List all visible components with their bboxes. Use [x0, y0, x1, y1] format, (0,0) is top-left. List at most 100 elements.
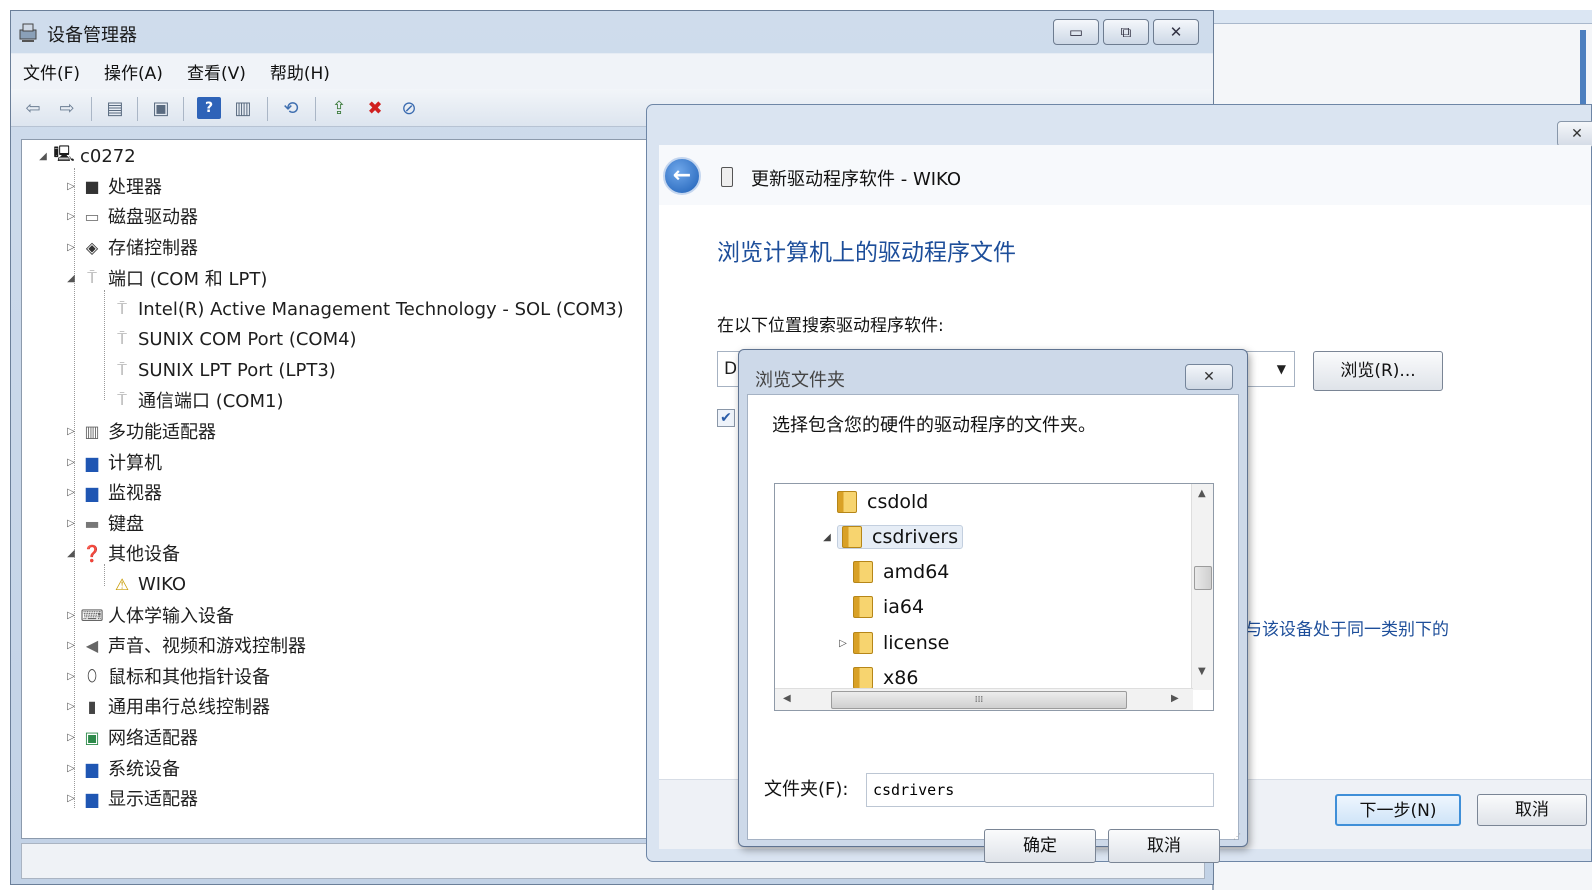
scan-hardware-icon[interactable]: ⟲ — [279, 97, 303, 119]
menu-file[interactable]: 文件(F) — [23, 59, 80, 84]
tree-item-label: 通信端口 (COM1) — [138, 391, 284, 412]
selected-folder-highlight: csdrivers — [837, 525, 964, 549]
folder-item-license[interactable]: ▷ license — [835, 627, 949, 659]
browse-dialog-body: 选择包含您的硬件的驱动程序的文件夹。 csdold ◢ csdrivers am… — [747, 394, 1239, 863]
expand-arrow-icon[interactable]: ▷ — [64, 671, 78, 682]
scroll-up-arrow-icon[interactable]: ▲ — [1198, 488, 1206, 499]
tree-item-port-child[interactable]: ⍑ Intel(R) Active Management Technology … — [108, 295, 624, 323]
include-subfolders-checkbox[interactable]: ✔ — [717, 409, 735, 427]
expand-arrow-icon[interactable]: ▷ — [64, 763, 78, 774]
folder-label: amd64 — [883, 561, 950, 583]
expand-arrow-icon[interactable]: ▷ — [64, 640, 78, 651]
back-arrow-icon[interactable]: ← — [663, 157, 701, 195]
expand-arrow-icon[interactable]: ▷ — [64, 610, 78, 621]
expand-arrow-icon[interactable]: ▷ — [64, 426, 78, 437]
expand-arrow-icon[interactable]: ▷ — [64, 211, 78, 222]
resize-grip-icon[interactable]: ⋰ — [1233, 832, 1243, 842]
close-button[interactable]: ✕ — [1153, 19, 1199, 45]
ok-button[interactable]: 确定 — [984, 829, 1096, 863]
expand-arrow-icon[interactable]: ▷ — [64, 793, 78, 804]
vertical-scroll-thumb[interactable] — [1194, 566, 1212, 590]
scroll-right-arrow-icon[interactable]: ▶ — [1171, 693, 1179, 704]
help-icon[interactable]: ? — [197, 97, 221, 119]
horizontal-scroll-thumb[interactable]: ⁞⁞⁞ — [831, 691, 1127, 709]
vertical-scrollbar[interactable]: ▲ ▼ — [1191, 484, 1213, 690]
usb-icon: ▮ — [87, 696, 97, 716]
browse-dialog-close-button[interactable]: ✕ — [1185, 364, 1233, 390]
action-pane-icon[interactable]: ▥ — [231, 97, 255, 119]
scroll-down-arrow-icon[interactable]: ▼ — [1198, 666, 1206, 677]
folder-field-label: 文件夹(F): — [764, 779, 849, 800]
tree-item-label: 键盘 — [108, 514, 144, 535]
tree-item-network[interactable]: ▷ ▣ 网络适配器 — [64, 723, 198, 751]
collapse-arrow-icon[interactable]: ◢ — [64, 548, 78, 559]
show-hide-console-tree-icon[interactable]: ▤ — [103, 97, 127, 119]
tree-connector — [104, 290, 105, 400]
collapse-arrow-icon[interactable]: ◢ — [36, 151, 50, 162]
tree-item-wiko[interactable]: ⚠ WIKO — [108, 570, 186, 598]
expand-arrow-icon[interactable]: ▷ — [64, 487, 78, 498]
expand-arrow-icon[interactable]: ▷ — [835, 638, 851, 649]
browse-cancel-button[interactable]: 取消 — [1108, 829, 1220, 863]
other-devices-icon: ❓ — [82, 543, 102, 563]
folder-item-csdold[interactable]: csdold — [819, 486, 928, 518]
tree-item-mice[interactable]: ▷ ⬯ 鼠标和其他指针设备 — [64, 662, 270, 690]
tree-item-other-devices[interactable]: ◢ ❓ 其他设备 — [64, 539, 180, 567]
browse-button[interactable]: 浏览(R)... — [1313, 351, 1443, 391]
next-button[interactable]: 下一步(N) — [1335, 794, 1461, 826]
tree-item-keyboards[interactable]: ▷ ▬ 键盘 — [64, 509, 144, 537]
tree-item-port-child[interactable]: ⍑ SUNIX COM Port (COM4) — [108, 325, 356, 353]
collapse-arrow-icon[interactable]: ◢ — [64, 273, 78, 284]
expand-arrow-icon[interactable]: ▷ — [64, 457, 78, 468]
tree-item-port-child[interactable]: ⍑ SUNIX LPT Port (LPT3) — [108, 356, 336, 384]
tree-item-computer[interactable]: ▷ ▆ 计算机 — [64, 448, 162, 476]
tree-item-label: 端口 (COM 和 LPT) — [108, 269, 268, 290]
folder-item-ia64[interactable]: ia64 — [853, 591, 924, 623]
dropdown-arrow-icon[interactable]: ▼ — [1277, 352, 1286, 386]
properties-icon[interactable]: ▣ — [149, 97, 173, 119]
folder-field-input[interactable] — [866, 773, 1214, 807]
tree-item-hid[interactable]: ▷ ⌨ 人体学输入设备 — [64, 601, 234, 629]
tree-item-processor[interactable]: ▷ ■ 处理器 — [64, 172, 162, 200]
tree-item-multifunction[interactable]: ▷ ▥ 多功能适配器 — [64, 417, 216, 445]
wizard-close-button[interactable]: ✕ — [1557, 121, 1592, 147]
expand-arrow-icon[interactable]: ▷ — [64, 181, 78, 192]
forward-arrow-icon[interactable]: ⇨ — [55, 97, 79, 119]
horizontal-scrollbar[interactable]: ◀ ⁞⁞⁞ ▶ — [775, 688, 1193, 710]
update-driver-icon[interactable]: ⇪ — [327, 97, 351, 119]
minimize-button[interactable]: ▭ — [1053, 19, 1099, 45]
multifunction-adapter-icon: ▥ — [84, 421, 100, 441]
expand-arrow-icon[interactable]: ▷ — [64, 732, 78, 743]
folder-item-amd64[interactable]: amd64 — [853, 556, 949, 588]
tree-item-monitors[interactable]: ▷ ▆ 监视器 — [64, 478, 162, 506]
menu-action[interactable]: 操作(A) — [104, 59, 163, 84]
tree-item-storage-controllers[interactable]: ▷ ◈ 存储控制器 — [64, 233, 198, 261]
uninstall-icon[interactable]: ✖ — [363, 97, 387, 119]
tree-item-ports[interactable]: ◢ ⍑ 端口 (COM 和 LPT) — [64, 264, 267, 292]
disable-device-icon[interactable]: ⊘ — [397, 97, 421, 119]
back-arrow-icon[interactable]: ⇦ — [21, 97, 45, 119]
port-icon: ⍑ — [87, 268, 97, 287]
tree-item-port-child[interactable]: ⍑ 通信端口 (COM1) — [108, 386, 284, 414]
disk-drive-icon: ▭ — [84, 206, 100, 226]
menu-view[interactable]: 查看(V) — [187, 59, 246, 84]
tree-item-system[interactable]: ▷ ▆ 系统设备 — [64, 754, 180, 782]
wizard-header-title: 更新驱动程序软件 - WIKO — [751, 169, 962, 190]
tree-root[interactable]: ◢ 🖳 c0272 — [36, 142, 136, 170]
expand-arrow-icon[interactable]: ▷ — [64, 701, 78, 712]
tree-item-usb[interactable]: ▷ ▮ 通用串行总线控制器 — [64, 692, 270, 720]
folder-item-csdrivers[interactable]: ◢ csdrivers — [819, 521, 964, 553]
tree-item-disk-drives[interactable]: ▷ ▭ 磁盘驱动器 — [64, 202, 198, 230]
tree-item-sound[interactable]: ▷ ◀ 声音、视频和游戏控制器 — [64, 631, 306, 659]
scroll-left-arrow-icon[interactable]: ◀ — [783, 693, 791, 704]
collapse-arrow-icon[interactable]: ◢ — [819, 532, 835, 543]
wizard-cancel-button[interactable]: 取消 — [1477, 794, 1587, 826]
expand-arrow-icon[interactable]: ▷ — [64, 242, 78, 253]
maximize-button[interactable]: ⧉ — [1103, 19, 1149, 45]
menu-help[interactable]: 帮助(H) — [270, 59, 330, 84]
tree-item-display[interactable]: ▷ ▆ 显示适配器 — [64, 784, 198, 812]
folder-label: csdold — [867, 491, 929, 513]
storage-controller-icon: ◈ — [85, 237, 99, 257]
browse-folder-dialog: 浏览文件夹 ✕ 选择包含您的硬件的驱动程序的文件夹。 csdold ◢ csdr… — [738, 349, 1248, 863]
expand-arrow-icon[interactable]: ▷ — [64, 518, 78, 529]
